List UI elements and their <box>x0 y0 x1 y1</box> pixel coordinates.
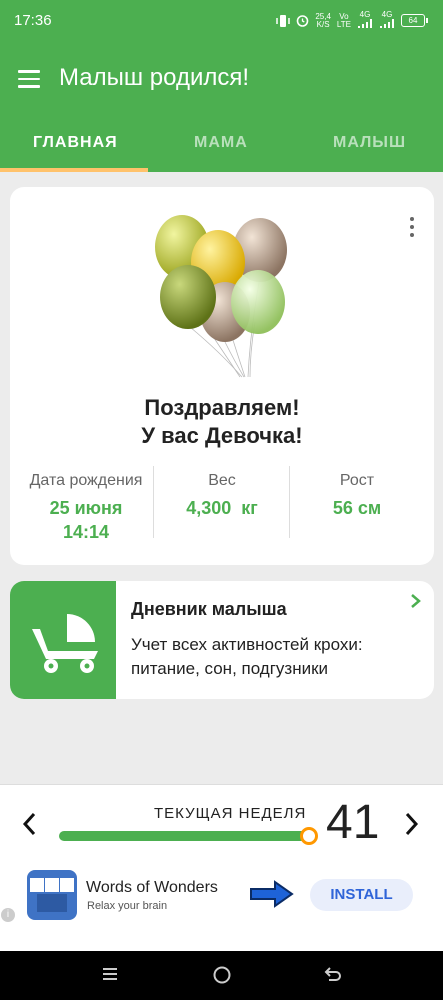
stroller-icon-box <box>10 581 116 699</box>
app-bar: Малыш родился! <box>0 44 443 116</box>
app-title: Малыш родился! <box>59 64 250 91</box>
stroller-icon <box>32 614 98 673</box>
network-speed: 25,4 K/S <box>315 11 331 29</box>
stat-height: Рост 56 см <box>287 472 427 520</box>
height-value: 56 см <box>332 498 382 518</box>
vibrate-icon <box>276 14 291 27</box>
battery-icon: 64 <box>401 14 428 27</box>
back-icon[interactable] <box>324 965 342 983</box>
tab-indicator <box>0 168 148 172</box>
congrats-line-1: Поздравляем! <box>144 395 300 420</box>
ad-title[interactable]: Words of Wonders <box>86 879 218 897</box>
tab-baby[interactable]: МАЛЫШ <box>333 134 406 152</box>
week-progress-bar <box>59 831 309 841</box>
home-icon[interactable] <box>212 965 232 985</box>
recents-icon[interactable] <box>101 965 119 983</box>
birth-value: 25 июня 14:14 <box>49 498 123 542</box>
alarm-icon <box>297 15 309 27</box>
ad-info-icon[interactable]: i <box>1 908 15 922</box>
ad-app-icon[interactable] <box>27 870 77 920</box>
tab-bar: ГЛАВНАЯ МАМА МАЛЫШ <box>0 116 443 172</box>
stat-birth: Дата рождения 25 июня 14:14 <box>16 472 156 544</box>
weight-label: Вес <box>208 472 236 489</box>
week-number: 41 <box>326 796 380 849</box>
signal-1: 4G <box>357 11 373 30</box>
week-progress-knob[interactable] <box>300 827 318 845</box>
clock: 17:36 <box>14 12 52 29</box>
birth-label: Дата рождения <box>29 472 143 489</box>
height-label: Рост <box>339 472 375 489</box>
more-options-icon[interactable] <box>410 217 414 241</box>
tab-mom[interactable]: МАМА <box>194 134 248 152</box>
balloons-image <box>155 215 287 378</box>
arrow-right-icon <box>250 880 294 908</box>
next-week-arrow-icon[interactable] <box>405 812 419 836</box>
baby-diary-card[interactable]: Дневник малыша Учет всех активностей кро… <box>10 581 434 699</box>
status-bar: 17:36 25,4 K/S Vo LTE 4G 4G 64 <box>0 0 443 44</box>
volte-indicator: Vo LTE <box>336 11 351 29</box>
diary-description: Учет всех активностей крохи: питание, со… <box>131 635 363 678</box>
congrats-line-2: У вас Девочка! <box>141 423 303 448</box>
stat-weight: Вес 4,300 кг <box>152 472 292 520</box>
ad-banner[interactable]: Words of Wonders Relax your brain INSTAL… <box>0 865 443 951</box>
ad-subtitle: Relax your brain <box>87 900 168 912</box>
weight-value: 4,300 кг <box>186 498 258 518</box>
signal-2: 4G <box>379 11 395 30</box>
baby-info-card: Поздравляем! У вас Девочка! Дата рождени… <box>10 187 434 565</box>
install-button[interactable]: INSTALL <box>310 879 413 911</box>
current-week-bar: ТЕКУЩАЯ НЕДЕЛЯ 41 <box>0 784 443 865</box>
tab-main[interactable]: ГЛАВНАЯ <box>33 134 118 152</box>
congrats-text: Поздравляем! У вас Девочка! <box>10 394 434 450</box>
hamburger-icon[interactable] <box>18 70 40 88</box>
diary-title: Дневник малыша <box>131 599 287 619</box>
status-icons: 25,4 K/S Vo LTE 4G 4G 64 <box>276 11 428 30</box>
prev-week-arrow-icon[interactable] <box>22 812 36 836</box>
signal-bars-icon <box>380 19 394 28</box>
baby-stats: Дата рождения 25 июня 14:14 Вес 4,300 кг … <box>10 466 434 552</box>
signal-bars-icon <box>358 19 372 28</box>
current-week-label: ТЕКУЩАЯ НЕДЕЛЯ <box>154 805 307 822</box>
chevron-right-icon[interactable] <box>410 593 422 609</box>
system-nav-bar <box>0 951 443 1000</box>
